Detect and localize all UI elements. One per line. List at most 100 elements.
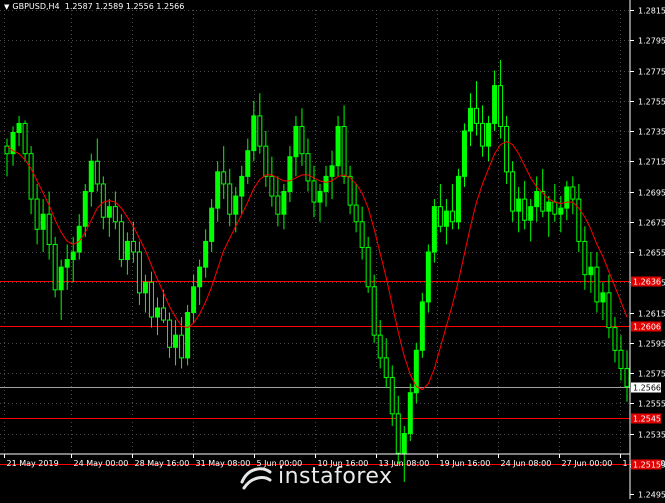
candle-body <box>595 267 599 302</box>
candle <box>89 154 93 207</box>
candle <box>246 139 250 184</box>
candle <box>228 169 232 226</box>
candle <box>360 207 364 260</box>
candle <box>17 116 21 146</box>
level-lines <box>0 282 630 465</box>
candle-body <box>487 123 491 146</box>
candle <box>210 199 214 252</box>
price-tick-label: 1.2695 <box>638 189 665 198</box>
price-tick-label: 1.2775 <box>638 68 665 77</box>
watermark-logo: instaforex <box>238 464 408 492</box>
candle <box>511 161 515 222</box>
candle <box>583 226 587 290</box>
candle <box>601 282 605 320</box>
candle-body <box>607 293 611 328</box>
candle <box>198 260 202 305</box>
candle-body <box>125 241 129 259</box>
candle <box>348 166 352 214</box>
candle-body <box>53 244 57 289</box>
candle-body <box>258 116 262 146</box>
candle-body <box>396 414 400 453</box>
candle-body <box>324 176 328 191</box>
candle-body <box>378 335 382 358</box>
candle-body <box>294 126 298 156</box>
candle-body <box>384 358 388 378</box>
current-price-text: 1.2566 <box>633 384 661 393</box>
candle-body <box>444 211 448 226</box>
candle-body <box>372 287 376 335</box>
candle <box>571 176 575 214</box>
price-scale[interactable]: 1.28151.27951.27751.27551.27351.27151.26… <box>630 7 665 500</box>
candle <box>53 237 57 298</box>
candle-body <box>589 267 593 275</box>
candle <box>186 305 190 366</box>
candle <box>330 151 334 199</box>
candle <box>252 101 256 162</box>
candle-body <box>450 211 454 222</box>
candle <box>342 105 346 184</box>
caret-down-icon[interactable]: ▼ <box>4 3 9 11</box>
candle <box>589 252 593 293</box>
candle-body <box>234 196 238 214</box>
candle-body <box>168 320 172 347</box>
candle-body <box>462 131 466 176</box>
candle <box>149 272 153 328</box>
candle <box>408 384 412 441</box>
candle <box>468 93 472 146</box>
watermark-brand-text: instaforex <box>278 464 393 489</box>
candle-body <box>83 192 87 227</box>
candle-body <box>282 192 286 215</box>
candle-body <box>29 154 33 199</box>
candle <box>547 196 551 237</box>
candle <box>258 93 262 154</box>
moving-average-layer <box>7 142 627 390</box>
candle-body <box>456 176 460 221</box>
price-tick-label: 1.2715 <box>638 158 665 167</box>
candle-body <box>366 247 370 286</box>
candle <box>384 338 388 388</box>
candle-body <box>23 123 27 153</box>
candle <box>29 146 33 214</box>
candle-body <box>625 368 629 386</box>
candle <box>450 184 454 229</box>
moving-average-line <box>7 142 627 390</box>
candle-body <box>354 205 358 222</box>
candle <box>95 139 99 192</box>
candle-body <box>65 260 69 268</box>
chart-area[interactable]: 1.28151.27951.27751.27551.27351.27151.26… <box>0 0 665 499</box>
candle <box>366 237 370 293</box>
candle-body <box>312 181 316 202</box>
price-tick-label: 1.2575 <box>638 370 665 379</box>
candle-body <box>547 202 551 211</box>
candle <box>35 184 39 245</box>
level-label-text: 1.2515 <box>633 461 661 470</box>
candle-body <box>330 166 334 177</box>
candle-body <box>47 214 51 244</box>
price-tick-label: 1.2615 <box>638 310 665 319</box>
candle-body <box>523 199 527 220</box>
candle <box>481 105 485 156</box>
candle <box>113 192 117 230</box>
candle-body <box>119 222 123 260</box>
time-tick-label: 21 May 2019 <box>7 459 59 468</box>
candle-body <box>107 207 111 218</box>
price-chart-svg[interactable]: 1.28151.27951.27751.27551.27351.27151.26… <box>0 0 665 499</box>
candle <box>523 181 527 229</box>
candle <box>487 116 491 161</box>
candle <box>276 176 280 226</box>
candle-body <box>222 172 226 184</box>
candle <box>372 275 376 343</box>
candle <box>264 131 268 187</box>
time-tick-label: 19 Jun 16:00 <box>440 459 491 468</box>
candle <box>475 81 479 135</box>
candle <box>143 275 147 313</box>
chart-header: ▼GBPUSD,H4 1.2587 1.2589 1.2556 1.2566 <box>4 2 184 11</box>
candle <box>354 184 358 232</box>
candle <box>222 146 226 199</box>
candle-body <box>137 252 141 293</box>
candle <box>155 297 159 335</box>
candle <box>11 126 15 165</box>
time-tick-label: 24 May 00:00 <box>74 459 129 468</box>
candle-body <box>613 328 617 351</box>
candle <box>505 116 509 184</box>
